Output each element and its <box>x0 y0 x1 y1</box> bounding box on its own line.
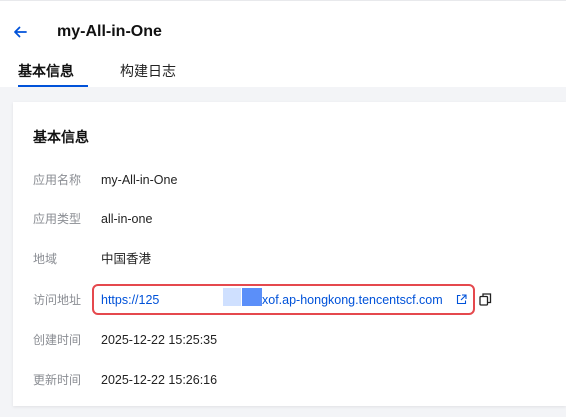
tab-basic-info[interactable]: 基本信息 <box>18 61 88 87</box>
field-label: 创建时间 <box>33 333 82 347</box>
copy-icon[interactable] <box>479 293 492 306</box>
field-value: 2025-12-22 15:26:16 <box>101 373 218 387</box>
page-title: my-All-in-One <box>57 23 162 40</box>
tab-build-log[interactable]: 构建日志 <box>120 61 176 87</box>
external-link-icon[interactable] <box>456 294 467 305</box>
access-url-link[interactable]: https://125 <box>101 290 159 310</box>
redaction-mask <box>223 288 241 306</box>
field-label: 访问地址 <box>33 293 82 307</box>
arrow-left-icon[interactable] <box>10 21 32 43</box>
field-value: my-All-in-One <box>101 173 178 187</box>
field-value: 中国香港 <box>101 252 152 266</box>
text-selection-mask <box>242 288 262 306</box>
field-updated-time: 更新时间 2025-12-22 15:26:16 <box>13 370 566 390</box>
field-region: 地域 中国香港 <box>13 249 566 269</box>
field-value: all-in-one <box>101 212 153 226</box>
page-header: my-All-in-One 基本信息 构建日志 <box>0 0 566 87</box>
field-label: 应用类型 <box>33 212 82 226</box>
field-created-time: 创建时间 2025-12-22 15:25:35 <box>13 330 566 350</box>
field-label: 更新时间 <box>33 373 82 387</box>
basic-info-card: 基本信息 应用名称 my-All-in-One 应用类型 all-in-one … <box>13 102 566 406</box>
field-label: 地域 <box>33 252 58 266</box>
field-app-type: 应用类型 all-in-one <box>13 209 566 229</box>
card-title: 基本信息 <box>33 129 89 145</box>
field-label: 应用名称 <box>33 173 82 187</box>
access-url-link-rest[interactable]: xof.ap-hongkong.tencentscf.com <box>262 290 443 310</box>
field-value: 2025-12-22 15:25:35 <box>101 333 218 347</box>
field-app-name: 应用名称 my-All-in-One <box>13 170 566 190</box>
